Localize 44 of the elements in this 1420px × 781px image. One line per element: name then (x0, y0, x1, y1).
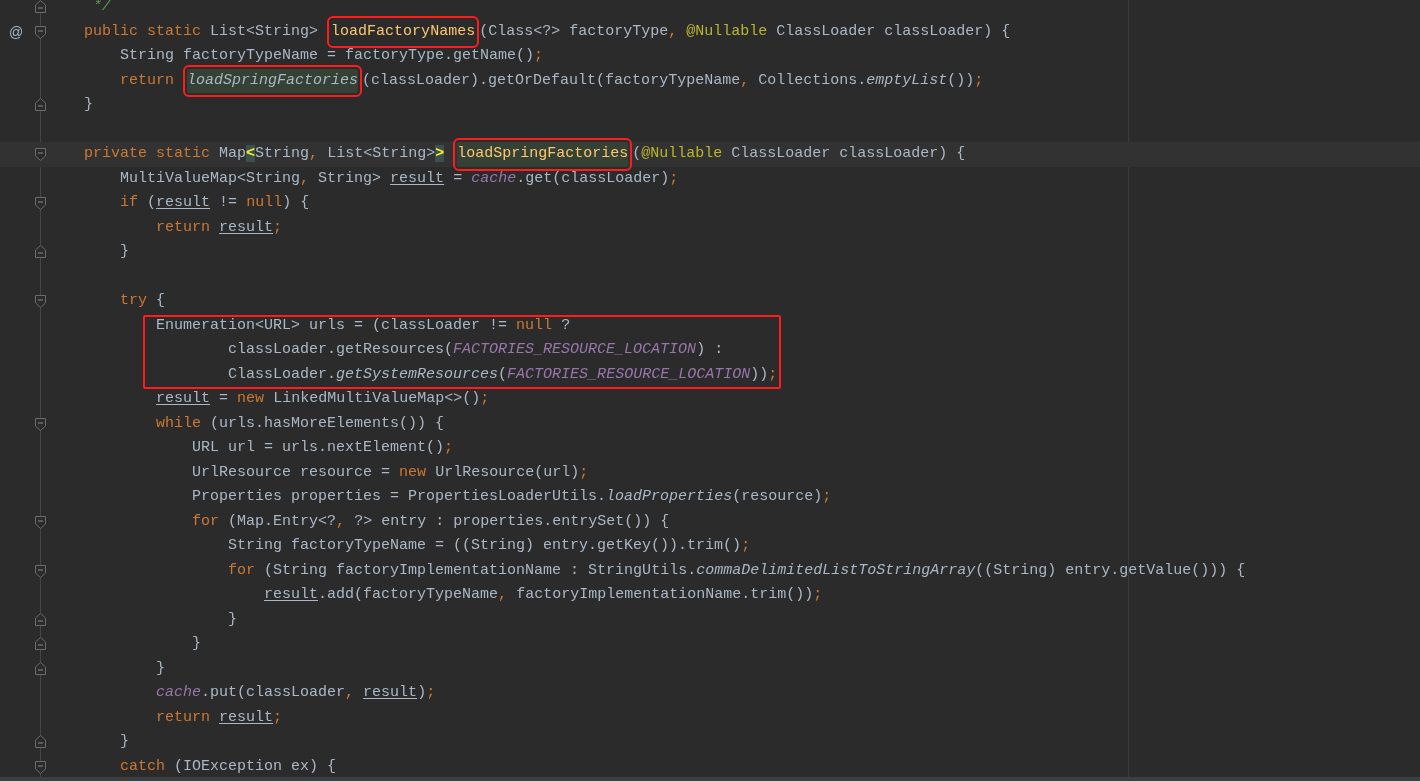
code-line: Properties properties = PropertiesLoaderUtils.loadProperties(resource); (191, 487, 832, 507)
fold-icon[interactable] (35, 148, 46, 161)
fold-icon[interactable] (35, 735, 46, 748)
code-line: ClassLoader.getSystemResources(FACTORIES_RESOURCE_LOCATION)); (227, 364, 778, 385)
code-line: } (119, 732, 130, 752)
code-line: result = new LinkedMultiValueMap<>(); (155, 389, 490, 409)
code-line: } (191, 634, 202, 654)
code-line: return loadSpringFactories (classLoader).getOrDefault(factoryTypeName, Collections.emptyList()); (48, 68, 984, 93)
fold-icon[interactable] (35, 295, 46, 308)
fold-icon[interactable] (35, 245, 46, 258)
code-line: UrlResource resource = new UrlResource(url); (191, 462, 589, 483)
code-line: String factoryTypeName = ((String) entry.getKey()).trim(); (227, 536, 751, 556)
code-line: cache.put(classLoader, result); (155, 683, 436, 703)
code-line: MultiValueMap<String, String> result = cache.get(classLoader); (119, 168, 679, 189)
code-line: } (119, 242, 130, 262)
fold-icon[interactable] (35, 0, 46, 13)
code-line: return result; (155, 707, 283, 728)
code-line: } (227, 609, 238, 630)
fold-icon[interactable] (35, 98, 46, 111)
code-line: if (result != null) { (119, 193, 310, 213)
code-line: for (String factoryImplementationName : StringUtils.commaDelimitedListToStringArray((String) entry.getValue())) { (227, 560, 1246, 581)
fold-icon[interactable] (35, 612, 46, 626)
fold-icon[interactable] (35, 197, 46, 210)
code-line: while (urls.hasMoreElements()) { (155, 413, 445, 434)
code-line: for (Map.Entry<?, ?> entry : properties.entrySet()) { (191, 511, 670, 532)
code-line: String factoryTypeName = factoryType.getName(); (119, 46, 544, 66)
fold-icon[interactable] (35, 25, 46, 39)
code-line: result.add(factoryTypeName, factoryImplementationName.trim()); (263, 585, 823, 605)
code-line: return result; (155, 217, 283, 238)
fold-icon[interactable] (35, 661, 46, 675)
code-line: private static Map<String, List<String>> loadSpringFactories (@Nullable ClassLoader classLoader) { (48, 142, 966, 167)
fold-icon[interactable] (35, 417, 46, 431)
code-line: URL url = urls.nextElement(); (191, 438, 454, 458)
fold-icon[interactable] (35, 637, 46, 650)
gutter-marker[interactable]: @ (9, 19, 24, 45)
code-line: } (83, 95, 94, 115)
fold-icon[interactable] (35, 760, 46, 774)
code-line: Enumeration<URL> urls = (classLoader != null ? (155, 315, 571, 336)
code-line: classLoader.getResources(FACTORIES_RESOURCE_LOCATION) : (227, 340, 724, 360)
code-line: try { (119, 291, 166, 311)
fold-icon[interactable] (35, 515, 46, 529)
code-line: catch (IOException ex) { (119, 756, 337, 777)
fold-icon[interactable] (35, 564, 46, 578)
code-line: } (155, 658, 166, 679)
